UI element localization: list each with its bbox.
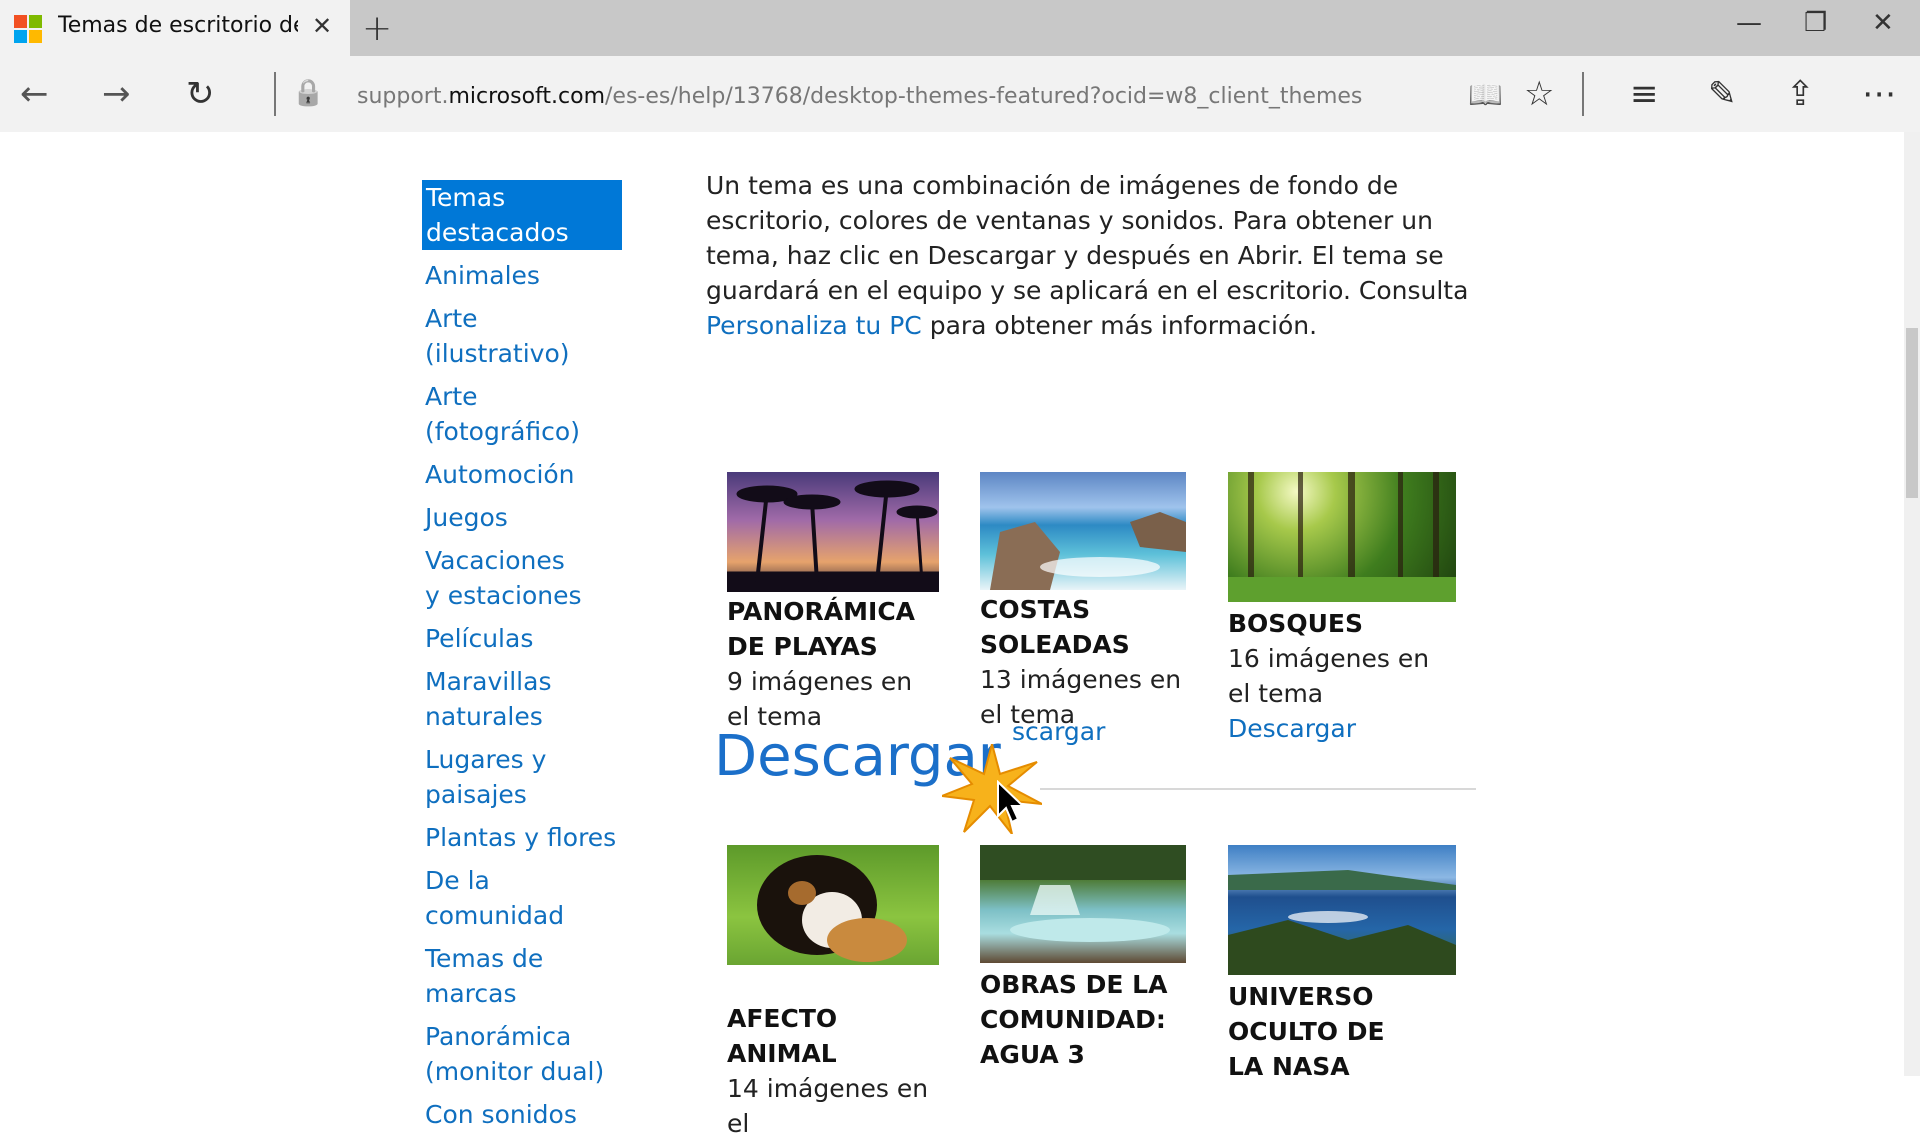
minimize-icon[interactable]: — (1736, 8, 1762, 38)
theme-title: AFECTO ANIMAL (727, 1004, 838, 1068)
sidebar-item-vacaciones[interactable]: Vacaciones y estaciones (422, 543, 588, 613)
beach-panorama-thumbnail[interactable] (727, 472, 939, 592)
tab-title: Temas de escritorio des (58, 13, 298, 38)
nasa-universe-thumbnail[interactable] (1228, 845, 1456, 975)
download-link[interactable]: Descargar (1228, 711, 1456, 746)
window-close-icon[interactable]: ✕ (1872, 8, 1894, 38)
back-icon[interactable]: ← (20, 74, 49, 114)
theme-title: PANORÁMICA DE PLAYAS (727, 597, 916, 661)
community-water-thumbnail[interactable] (980, 845, 1186, 963)
more-icon[interactable]: ⋯ (1862, 74, 1896, 114)
nav-separator (274, 72, 276, 116)
toolbar-separator (1582, 72, 1584, 116)
hub-icon[interactable]: ≡ (1630, 74, 1659, 114)
theme-card: PANORÁMICA DE PLAYAS 9 imágenes en el te… (727, 472, 939, 734)
url-path: /es-es/help/13768/desktop-themes-feature… (605, 84, 1363, 109)
web-note-icon[interactable]: ✎ (1708, 74, 1737, 114)
sidebar-item-panoramica[interactable]: Panorámica (monitor dual) (422, 1019, 608, 1089)
sidebar-item-animales[interactable]: Animales (422, 258, 622, 293)
share-icon[interactable]: ⇪ (1786, 74, 1815, 114)
vertical-scrollbar[interactable] (1904, 132, 1920, 1076)
sidebar-item-arte-ilustrativo[interactable]: Arte (ilustrativo) (422, 301, 622, 371)
windows-logo-icon (14, 15, 42, 43)
theme-image-count: 14 imágenes en el (727, 1074, 929, 1138)
theme-title: UNIVERSO OCULTO DE LA NASA (1228, 982, 1385, 1081)
page-content: Temas destacados Animales Arte (ilustrat… (0, 132, 1904, 1138)
intro-text-end: para obtener más información. (921, 311, 1318, 340)
intro-text: Un tema es una combinación de imágenes d… (706, 171, 1469, 305)
url-domain: microsoft.com (448, 84, 606, 109)
forest-thumbnail[interactable] (1228, 472, 1456, 602)
url-prefix: support. (357, 84, 449, 109)
sidebar-item-plantas[interactable]: Plantas y flores (422, 820, 622, 855)
theme-title: BOSQUES (1228, 609, 1363, 638)
theme-card: OBRAS DE LA COMUNIDAD: AGUA 3 (980, 845, 1186, 1072)
sidebar-item-lugares[interactable]: Lugares y paisajes (422, 742, 568, 812)
personaliza-link[interactable]: Personaliza tu PC (706, 311, 922, 340)
theme-title: COSTAS SOLEADAS (980, 595, 1130, 659)
sidebar-item-automocion[interactable]: Automoción (422, 457, 622, 492)
address-bar[interactable]: support.microsoft.com/es-es/help/13768/d… (357, 84, 1362, 109)
favorites-star-icon[interactable]: ☆ (1524, 74, 1554, 114)
sunny-coasts-thumbnail[interactable] (980, 472, 1186, 590)
theme-card: UNIVERSO OCULTO DE LA NASA (1228, 845, 1456, 1084)
new-tab-icon[interactable]: + (362, 8, 392, 49)
row-divider (1040, 788, 1476, 790)
scrollbar-thumb[interactable] (1906, 328, 1918, 498)
navigation-bar: ← → ↻ 🔒 support.microsoft.com/es-es/help… (0, 56, 1920, 132)
sidebar-item-juegos[interactable]: Juegos (422, 500, 622, 535)
sidebar-item-peliculas[interactable]: Películas (422, 621, 622, 656)
restore-icon[interactable]: ❐ (1804, 8, 1827, 38)
theme-card: AFECTO ANIMAL 14 imágenes en el (727, 845, 939, 1141)
theme-title: OBRAS DE LA COMUNIDAD: AGUA 3 (980, 970, 1168, 1069)
theme-card: COSTAS SOLEADAS 13 imágenes en el tema (980, 472, 1186, 732)
sidebar-item-con-sonidos[interactable]: Con sonidos (422, 1097, 622, 1132)
tab-close-icon[interactable]: ✕ (312, 12, 332, 40)
forward-icon[interactable]: → (102, 74, 131, 114)
click-burst-icon (942, 744, 1042, 834)
sidebar-item-marcas[interactable]: Temas de marcas (422, 941, 568, 1011)
intro-paragraph: Un tema es una combinación de imágenes d… (706, 168, 1506, 343)
refresh-icon[interactable]: ↻ (186, 74, 215, 114)
sidebar-item-maravillas[interactable]: Maravillas naturales (422, 664, 568, 734)
theme-card: BOSQUES 16 imágenes en el tema Descargar (1228, 472, 1456, 746)
mouse-cursor-icon (997, 780, 1026, 824)
lock-icon: 🔒 (292, 78, 325, 108)
sidebar-item-comunidad[interactable]: De la comunidad (422, 863, 622, 933)
reading-view-icon[interactable]: 📖 (1468, 78, 1503, 111)
sidebar-item-temas-destacados[interactable]: Temas destacados (422, 180, 622, 250)
category-sidebar: Temas destacados Animales Arte (ilustrat… (422, 180, 622, 1140)
title-bar: Temas de escritorio des ✕ + — ❐ ✕ (0, 0, 1920, 56)
sidebar-item-arte-fotografico[interactable]: Arte (fotográfico) (422, 379, 588, 449)
browser-tab[interactable]: Temas de escritorio des ✕ (0, 0, 350, 56)
theme-image-count: 16 imágenes en el tema (1228, 644, 1430, 708)
animal-affection-thumbnail[interactable] (727, 845, 939, 965)
